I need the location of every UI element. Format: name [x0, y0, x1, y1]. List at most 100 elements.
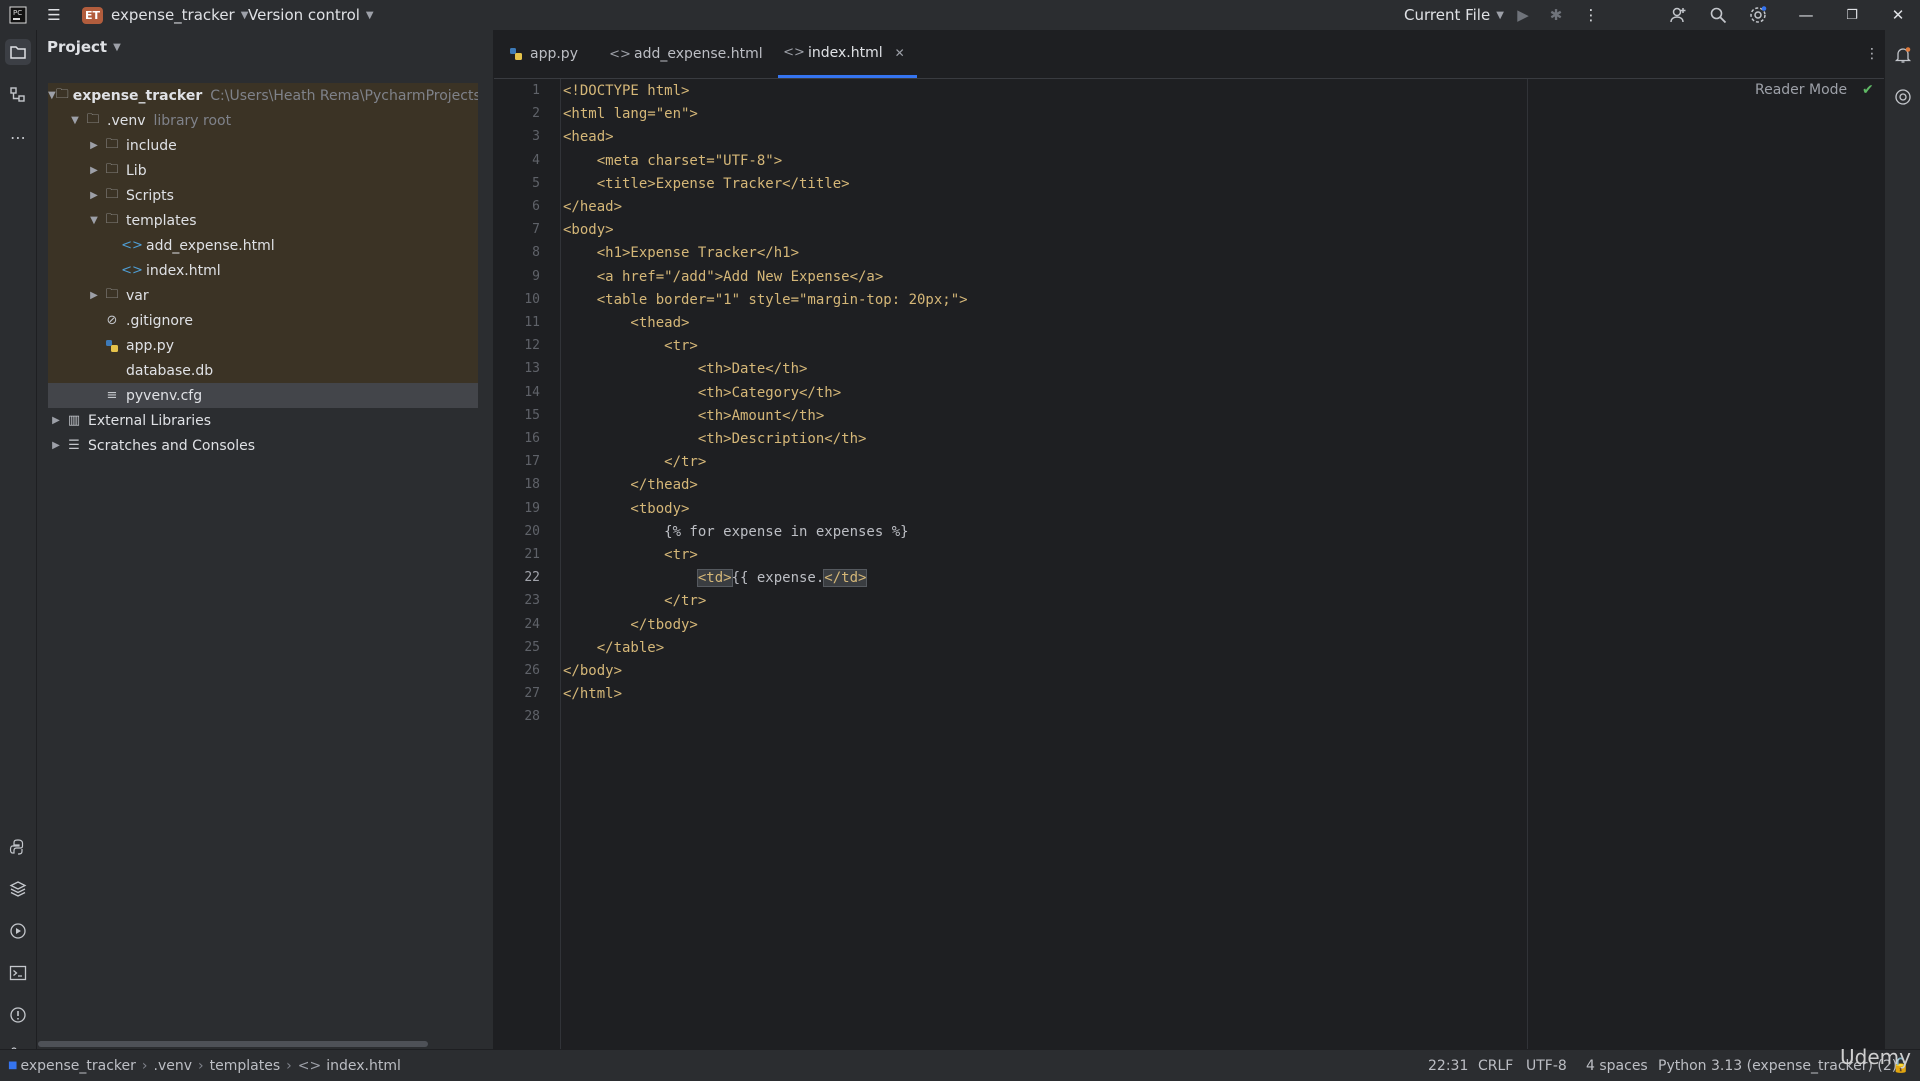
code-line[interactable]: <th>Date</th>: [563, 358, 808, 381]
breadcrumb-item[interactable]: templates: [210, 1058, 281, 1074]
code-line[interactable]: <meta charset="UTF-8">: [563, 150, 782, 173]
chevron-right-icon: ▶: [90, 140, 98, 151]
chevron-down-icon: ▼: [48, 90, 56, 101]
tree-item-index-html[interactable]: <> index.html: [48, 258, 478, 283]
code-line[interactable]: </head>: [563, 196, 622, 219]
close-window-icon[interactable]: ✕: [1884, 0, 1912, 30]
indent-setting[interactable]: 4 spaces: [1586, 1050, 1648, 1081]
line-separator[interactable]: CRLF: [1478, 1050, 1513, 1081]
more-tools-icon[interactable]: ⋯: [0, 120, 36, 154]
code-line[interactable]: <tr>: [563, 335, 698, 358]
tree-item-add-expense-html[interactable]: <> add_expense.html: [48, 233, 478, 258]
tree-item-label: Lib: [126, 162, 147, 179]
folder-icon: 🗀: [105, 211, 119, 227]
tab-app-py[interactable]: app.py: [506, 30, 578, 78]
project-switcher[interactable]: ET expense_tracker ▼: [82, 0, 248, 30]
code-line[interactable]: <td>{{ expense.</td>: [563, 567, 868, 590]
more-actions-icon[interactable]: ⋮: [1580, 0, 1602, 30]
tree-item-venv[interactable]: ▼ 🗀 .venv library root: [48, 108, 478, 133]
code-line[interactable]: </tr>: [563, 590, 706, 613]
breadcrumb-item[interactable]: expense_tracker: [20, 1058, 135, 1074]
scratches-icon: ☰: [68, 438, 80, 453]
problems-icon[interactable]: [0, 998, 36, 1032]
code-line[interactable]: </tr>: [563, 451, 706, 474]
tree-item-label: database.db: [126, 362, 214, 379]
python-packages-icon[interactable]: [0, 872, 36, 906]
run-config-selector[interactable]: Current File ▼: [1404, 0, 1504, 30]
structure-tool-icon[interactable]: [0, 78, 36, 112]
tree-item-templates[interactable]: ▼ 🗀 templates: [48, 208, 478, 233]
python-console-icon[interactable]: [0, 830, 36, 864]
code-line[interactable]: <th>Category</th>: [563, 382, 841, 405]
code-line[interactable]: <title>Expense Tracker</title>: [563, 173, 850, 196]
line-number: 14: [524, 384, 540, 400]
code-line[interactable]: <h1>Expense Tracker</h1>: [563, 242, 799, 265]
tree-item-database-db[interactable]: database.db: [48, 358, 478, 383]
code-line[interactable]: </body>: [563, 660, 622, 683]
code-line[interactable]: <head>: [563, 126, 614, 149]
project-panel-header[interactable]: Project ▼: [47, 30, 121, 64]
code-line[interactable]: </html>: [563, 683, 622, 706]
version-control-menu[interactable]: Version control ▼: [248, 0, 374, 30]
main-menu-icon[interactable]: ☰: [40, 0, 68, 30]
breadcrumb-item[interactable]: .venv: [154, 1058, 193, 1074]
tree-item-gitignore[interactable]: ⊘ .gitignore: [48, 308, 478, 333]
no-problems-check-icon[interactable]: ✔: [1862, 82, 1874, 98]
code-line[interactable]: <a href="/add">Add New Expense</a>: [563, 266, 884, 289]
tree-item-include[interactable]: ▶ 🗀 include: [48, 133, 478, 158]
services-icon[interactable]: [0, 914, 36, 948]
code-line[interactable]: <th>Description</th>: [563, 428, 867, 451]
line-number: 27: [524, 686, 540, 702]
tree-item-label: app.py: [126, 337, 174, 354]
tree-item-pyvenv-cfg[interactable]: ≡ pyvenv.cfg: [48, 383, 478, 408]
notifications-bell-icon[interactable]: [1885, 38, 1920, 72]
code-editor[interactable]: <!DOCTYPE html> <html lang="en"> <head> <m…: [561, 79, 1884, 1049]
code-line[interactable]: {% for expense in expenses %}: [563, 521, 908, 544]
tree-item-scratches-and-consoles[interactable]: ▶ ☰ Scratches and Consoles: [48, 433, 478, 458]
code-line[interactable]: <html lang="en">: [563, 103, 698, 126]
line-number: 12: [524, 338, 540, 354]
tree-item-label: index.html: [146, 262, 221, 279]
code-line[interactable]: </thead>: [563, 474, 697, 497]
tree-item-expense-tracker[interactable]: ▼ 🗀 expense_tracker C:\Users\Heath Rema\…: [48, 83, 478, 108]
tab-index-html[interactable]: <> index.html ✕: [778, 30, 917, 78]
reader-mode-toggle[interactable]: Reader Mode: [1755, 82, 1847, 98]
code-line[interactable]: <body>: [563, 219, 614, 242]
line-number: 19: [524, 500, 540, 516]
ai-assistant-icon[interactable]: [1885, 80, 1920, 114]
run-icon[interactable]: ▶: [1512, 0, 1534, 30]
restore-window-icon[interactable]: ❐: [1838, 0, 1866, 30]
tree-item-external-libraries[interactable]: ▶ ▥ External Libraries: [48, 408, 478, 433]
code-line[interactable]: <thead>: [563, 312, 689, 335]
add-user-icon[interactable]: [1665, 0, 1691, 30]
terminal-icon[interactable]: [0, 956, 36, 990]
code-line[interactable]: <tbody>: [563, 498, 689, 521]
tree-item-lib[interactable]: ▶ 🗀 Lib: [48, 158, 478, 183]
code-line[interactable]: <!DOCTYPE html>: [563, 80, 689, 103]
tree-item-scripts[interactable]: ▶ 🗀 Scripts: [48, 183, 478, 208]
code-line[interactable]: <th>Amount</th>: [563, 405, 824, 428]
project-tool-icon[interactable]: [0, 35, 36, 69]
file-encoding[interactable]: UTF-8: [1526, 1050, 1567, 1081]
settings-gear-icon[interactable]: [1745, 0, 1771, 30]
debug-icon[interactable]: ✱: [1545, 0, 1567, 30]
tree-item-var[interactable]: ▶ 🗀 var: [48, 283, 478, 308]
code-line[interactable]: <table border="1" style="margin-top: 20p…: [563, 289, 968, 312]
search-icon[interactable]: [1705, 0, 1731, 30]
project-panel-scrollbar[interactable]: [38, 1041, 428, 1047]
tab-add-expense-html[interactable]: <> add_expense.html: [609, 30, 763, 78]
tab-actions-icon[interactable]: ⋮: [1862, 30, 1882, 78]
close-tab-icon[interactable]: ✕: [895, 46, 905, 60]
project-badge: ET: [82, 6, 104, 24]
tree-item-app-py[interactable]: app.py: [48, 333, 478, 358]
chevron-down-icon: ▼: [1496, 9, 1504, 21]
status-bar: ■ expense_tracker › .venv › templates › …: [0, 1049, 1920, 1081]
code-line[interactable]: </tbody>: [563, 614, 697, 637]
line-number: 15: [524, 407, 540, 423]
minimize-window-icon[interactable]: —: [1792, 0, 1820, 30]
caret-position[interactable]: 22:31: [1428, 1050, 1468, 1081]
tree-item-label: expense_tracker: [72, 87, 203, 104]
code-line[interactable]: <tr>: [563, 544, 698, 567]
breadcrumb-item[interactable]: index.html: [326, 1058, 401, 1074]
code-line[interactable]: </table>: [563, 637, 664, 660]
